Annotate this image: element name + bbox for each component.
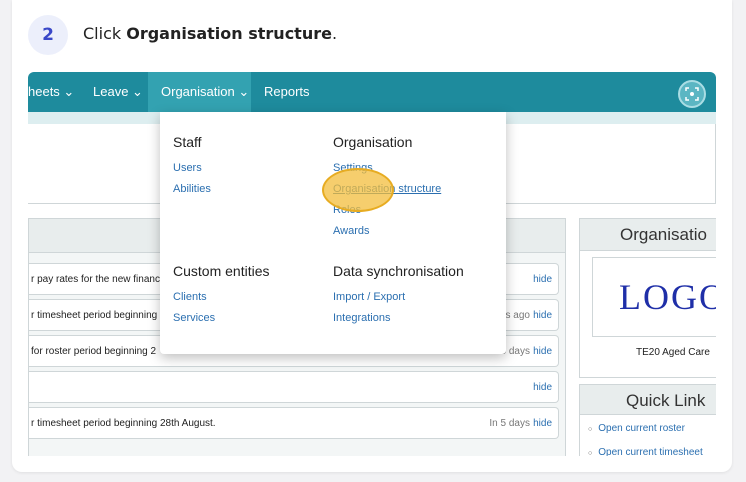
quick-links-title: Quick Link [580, 385, 716, 415]
instruction-card: 2 Click Organisation structure. heets ⌄ … [12, 0, 732, 472]
quick-link-roster[interactable]: Open current roster [588, 423, 685, 434]
quick-links-panel: Quick Link Open current roster Open curr… [579, 384, 716, 456]
menu-item-import-export[interactable]: Import / Export [333, 291, 405, 303]
row-time: In 5 days [489, 418, 530, 429]
organisation-panel-title: Organisatio [580, 219, 716, 251]
step-target: Organisation structure [126, 24, 332, 43]
data-sync-heading: Data synchronisation [333, 263, 464, 279]
notification-row: r timesheet period beginning 28th August… [29, 407, 559, 439]
menu-item-integrations[interactable]: Integrations [333, 312, 390, 324]
quick-link-timesheet[interactable]: Open current timesheet [588, 447, 703, 456]
organisation-dropdown-menu: Staff Users Abilities Organisation Setti… [160, 112, 506, 354]
step-prefix: Click [83, 24, 127, 43]
row-text: r timesheet period beginning 28th August… [31, 418, 216, 429]
organisation-heading: Organisation [333, 134, 413, 150]
organisation-panel: Organisatio LOGO TE20 Aged Care [579, 218, 716, 378]
hide-link[interactable]: hide [533, 274, 552, 285]
nav-leave[interactable]: Leave ⌄ [93, 84, 143, 100]
nav-timesheets[interactable]: heets ⌄ [28, 84, 74, 100]
notification-row: hide [29, 371, 559, 403]
menu-item-users[interactable]: Users [173, 162, 202, 174]
row-text: r pay rates for the new financ [31, 274, 160, 285]
nav-reports[interactable]: Reports [264, 84, 310, 99]
nav-organisation[interactable]: Organisation ⌄ [161, 84, 249, 100]
step-suffix: . [331, 24, 338, 43]
staff-heading: Staff [173, 134, 202, 150]
hide-link[interactable]: hide [533, 310, 552, 321]
click-highlight-marker [322, 168, 394, 212]
custom-entities-heading: Custom entities [173, 263, 270, 279]
organisation-name: TE20 Aged Care [636, 347, 710, 358]
step-number-badge: 2 [28, 15, 68, 55]
menu-item-awards[interactable]: Awards [333, 225, 369, 237]
row-text: for roster period beginning 2 [31, 346, 157, 357]
focus-capture-icon[interactable] [678, 80, 706, 108]
hide-link[interactable]: hide [533, 418, 552, 429]
app-screenshot: heets ⌄ Leave ⌄ Organisation ⌄ Reports r… [28, 72, 716, 456]
hide-link[interactable]: hide [533, 382, 552, 393]
menu-item-services[interactable]: Services [173, 312, 215, 324]
menu-item-clients[interactable]: Clients [173, 291, 207, 303]
menu-item-abilities[interactable]: Abilities [173, 183, 211, 195]
hide-link[interactable]: hide [533, 346, 552, 357]
logo-frame: LOGO [592, 257, 716, 337]
company-logo: LOGO [619, 277, 716, 317]
step-instruction: Click Organisation structure. [83, 24, 337, 43]
row-text: r timesheet period beginning [31, 310, 158, 321]
top-navbar: heets ⌄ Leave ⌄ Organisation ⌄ Reports [28, 72, 716, 112]
